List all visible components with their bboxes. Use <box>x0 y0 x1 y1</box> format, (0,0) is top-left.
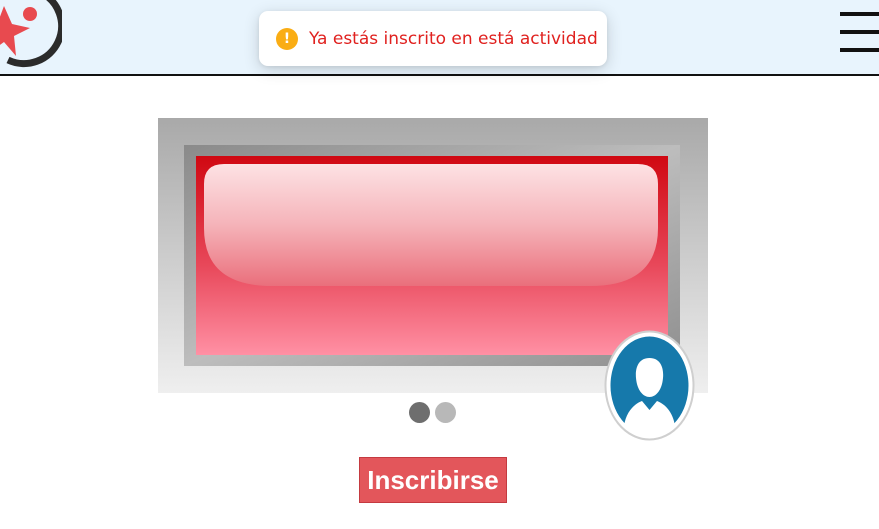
menu-line <box>840 30 879 34</box>
star-person-logo-icon[interactable] <box>0 0 62 70</box>
warning-toast: ! Ya estás inscrito en está actividad <box>259 11 607 66</box>
menu-line <box>840 48 879 52</box>
enroll-button[interactable]: Inscribirse <box>359 457 507 503</box>
user-avatar-icon[interactable] <box>604 330 695 441</box>
warning-icon: ! <box>276 27 298 50</box>
toast-message: Ya estás inscrito en está actividad <box>309 28 598 49</box>
menu-line <box>840 12 879 16</box>
carousel-dot[interactable] <box>435 402 456 423</box>
carousel-pagination <box>409 402 457 424</box>
warning-symbol: ! <box>283 30 291 47</box>
hamburger-menu-icon[interactable] <box>838 12 879 52</box>
carousel-dot-active[interactable] <box>409 402 430 423</box>
